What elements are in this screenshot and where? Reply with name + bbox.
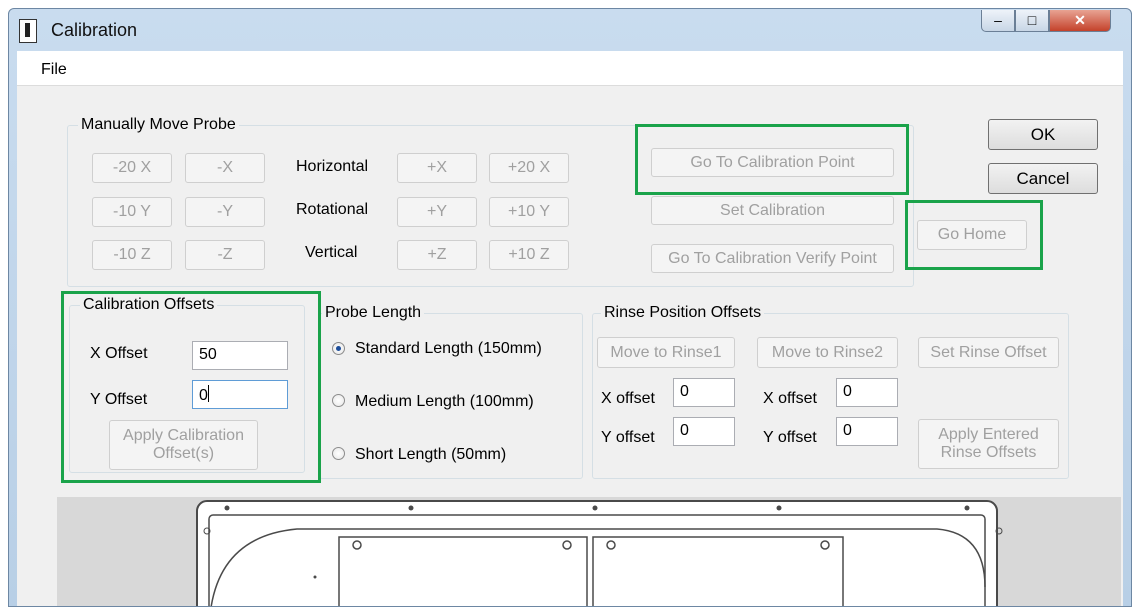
ok-button[interactable]: OK — [988, 119, 1098, 150]
rinse2-x-offset-input[interactable]: 0 — [836, 378, 898, 407]
highlight-go-to-calibration-point — [635, 124, 909, 195]
plus-10-y-button[interactable]: +10 Y — [489, 197, 569, 227]
set-calibration-button[interactable]: Set Calibration — [651, 196, 894, 225]
plus-z-button[interactable]: +Z — [397, 240, 477, 270]
standard-length-label[interactable]: Standard Length (150mm) — [355, 340, 542, 358]
minus-10-y-button[interactable]: -10 Y — [92, 197, 172, 227]
minus-y-button[interactable]: -Y — [185, 197, 265, 227]
rinse2-y-offset-label: Y offset — [763, 429, 817, 446]
highlight-go-home — [905, 200, 1043, 270]
rinse2-y-offset-input[interactable]: 0 — [836, 417, 898, 446]
move-to-rinse1-button[interactable]: Move to Rinse1 — [597, 337, 735, 368]
minus-x-button[interactable]: -X — [185, 153, 265, 183]
rinse2-x-offset-value: 0 — [843, 383, 852, 400]
probe-length-legend: Probe Length — [322, 304, 425, 322]
highlight-calibration-offsets — [61, 291, 321, 483]
rinse-offsets-legend: Rinse Position Offsets — [601, 304, 765, 322]
plate-drawing — [196, 500, 1003, 606]
menu-file[interactable]: File — [41, 61, 67, 79]
window-title: Calibration — [51, 20, 138, 40]
cancel-button[interactable]: Cancel — [988, 163, 1098, 194]
rinse1-y-offset-label: Y offset — [601, 429, 655, 446]
apply-rinse-line1: Apply Entered — [938, 426, 1039, 443]
rinse2-x-offset-label: X offset — [763, 390, 817, 407]
rinse1-x-offset-input[interactable]: 0 — [673, 378, 735, 407]
medium-length-label[interactable]: Medium Length (100mm) — [355, 393, 534, 411]
rinse1-y-offset-value: 0 — [680, 422, 689, 439]
apply-rinse-line2: Rinse Offsets — [940, 444, 1037, 461]
rinse1-y-offset-input[interactable]: 0 — [673, 417, 735, 446]
rinse2-y-offset-value: 0 — [843, 422, 852, 439]
minus-z-button[interactable]: -Z — [185, 240, 265, 270]
minus-10-z-button[interactable]: -10 Z — [92, 240, 172, 270]
move-to-rinse2-button[interactable]: Move to Rinse2 — [757, 337, 898, 368]
plus-x-button[interactable]: +X — [397, 153, 477, 183]
go-to-calibration-verify-point-button[interactable]: Go To Calibration Verify Point — [651, 244, 894, 273]
minus-20-x-button[interactable]: -20 X — [92, 153, 172, 183]
standard-length-radio[interactable] — [332, 342, 345, 355]
menu-bar: File — [17, 51, 1123, 86]
title-bar: Calibration – □ ✕ — [9, 9, 1131, 51]
app-icon — [19, 19, 37, 43]
short-length-radio[interactable] — [332, 447, 345, 460]
rotational-label: Rotational — [296, 201, 369, 218]
rinse1-x-offset-value: 0 — [680, 383, 689, 400]
short-length-label[interactable]: Short Length (50mm) — [355, 446, 506, 464]
minimize-button[interactable]: – — [981, 10, 1015, 32]
medium-length-radio[interactable] — [332, 394, 345, 407]
vertical-label: Vertical — [305, 244, 358, 261]
horizontal-label: Horizontal — [296, 158, 369, 175]
calibration-window: Calibration – □ ✕ File Manually Move Pro… — [8, 8, 1132, 607]
close-button[interactable]: ✕ — [1049, 10, 1111, 32]
set-rinse-offset-button[interactable]: Set Rinse Offset — [918, 337, 1059, 368]
plus-y-button[interactable]: +Y — [397, 197, 477, 227]
plus-20-x-button[interactable]: +20 X — [489, 153, 569, 183]
plate-diagram — [57, 497, 1121, 606]
rinse1-x-offset-label: X offset — [601, 390, 655, 407]
manual-move-legend: Manually Move Probe — [78, 116, 239, 134]
plus-10-z-button[interactable]: +10 Z — [489, 240, 569, 270]
maximize-button[interactable]: □ — [1015, 10, 1049, 32]
apply-rinse-offsets-button[interactable]: Apply Entered Rinse Offsets — [918, 419, 1059, 469]
window-client: File Manually Move Probe -20 X -X Horizo… — [17, 51, 1123, 606]
